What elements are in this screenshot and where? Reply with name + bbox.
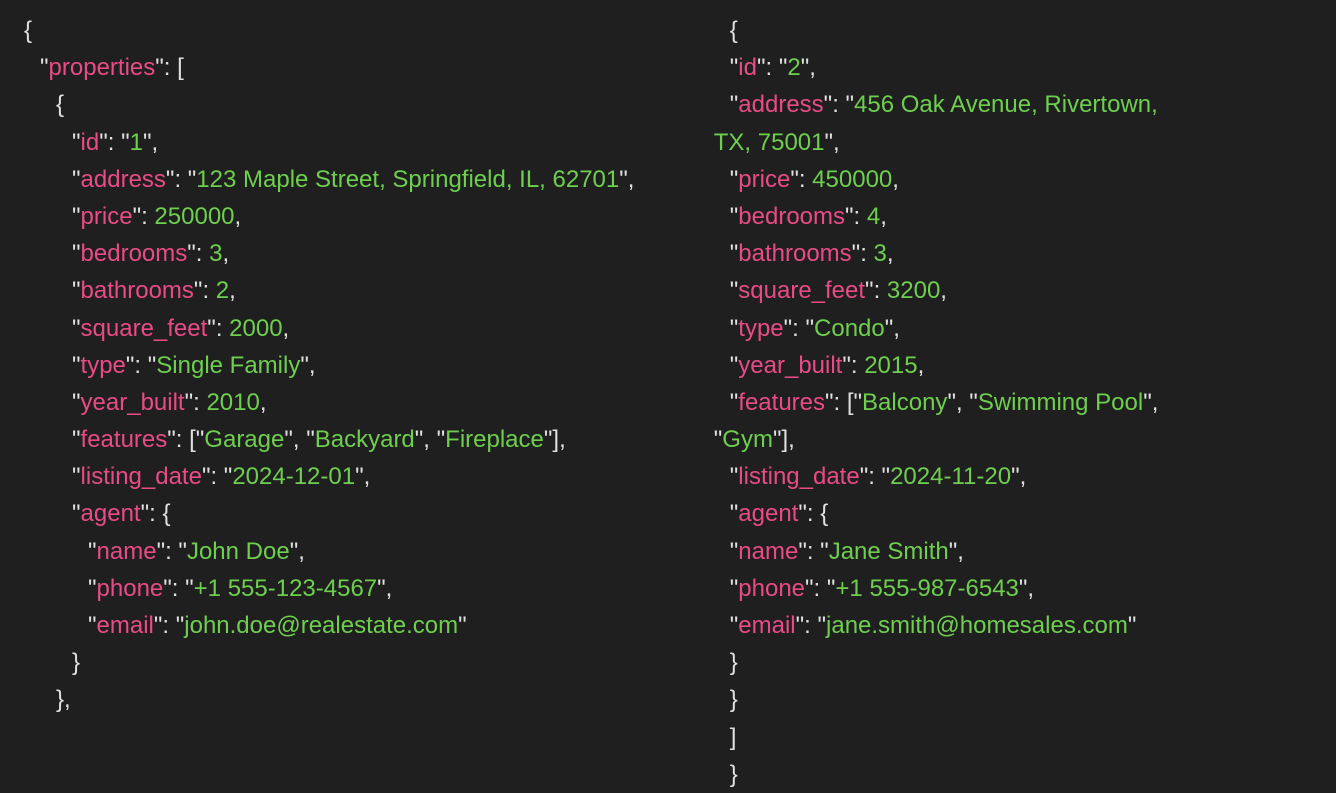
key-square-feet: "square_feet": 3200,: [714, 272, 1312, 309]
key-address: "address": "123 Maple Street, Springfiel…: [24, 161, 654, 198]
key-agent: "agent": {: [714, 495, 1312, 532]
key-year-built: "year_built": 2010,: [24, 384, 654, 421]
column-2: { "id": "2", "address": "456 Oak Avenue,…: [714, 12, 1312, 793]
key-bedrooms: "bedrooms": 4,: [714, 198, 1312, 235]
json-document: { "properties": [ { "id": "1", "address"…: [24, 12, 1312, 793]
brace-close: }: [24, 644, 654, 681]
key-listing-date: "listing_date": "2024-12-01",: [24, 458, 654, 495]
object-open: {: [24, 86, 654, 123]
key-features-line1: "features": ["Balcony", "Swimming Pool",: [714, 384, 1312, 421]
key-agent-phone: "phone": "+1 555-987-6543",: [714, 570, 1312, 607]
brace-close: }: [714, 681, 1312, 718]
key-properties: "properties": [: [24, 49, 654, 86]
key-bathrooms: "bathrooms": 3,: [714, 235, 1312, 272]
key-id: "id": "2",: [714, 49, 1312, 86]
key-id: "id": "1",: [24, 124, 654, 161]
key-type: "type": "Single Family",: [24, 347, 654, 384]
key-agent-name: "name": "Jane Smith",: [714, 533, 1312, 570]
key-agent-email: "email": "john.doe@realestate.com": [24, 607, 654, 644]
key-address-line2: TX, 75001",: [714, 124, 1312, 161]
column-1: { "properties": [ { "id": "1", "address"…: [24, 12, 654, 793]
key-type: "type": "Condo",: [714, 310, 1312, 347]
key-agent-email: "email": "jane.smith@homesales.com": [714, 607, 1312, 644]
key-agent-phone: "phone": "+1 555-123-4567",: [24, 570, 654, 607]
key-agent-name: "name": "John Doe",: [24, 533, 654, 570]
bracket-close: ]: [714, 719, 1312, 756]
key-year-built: "year_built": 2015,: [714, 347, 1312, 384]
key-features-line2: "Gym"],: [714, 421, 1312, 458]
key-square-feet: "square_feet": 2000,: [24, 310, 654, 347]
brace-close: }: [714, 644, 1312, 681]
key-agent: "agent": {: [24, 495, 654, 532]
object-open: {: [714, 12, 1312, 49]
key-price: "price": 250000,: [24, 198, 654, 235]
brace-close: }: [714, 756, 1312, 793]
brace-open: {: [24, 12, 654, 49]
key-listing-date: "listing_date": "2024-11-20",: [714, 458, 1312, 495]
key-bathrooms: "bathrooms": 2,: [24, 272, 654, 309]
key-features: "features": ["Garage", "Backyard", "Fire…: [24, 421, 654, 458]
key-price: "price": 450000,: [714, 161, 1312, 198]
key-bedrooms: "bedrooms": 3,: [24, 235, 654, 272]
object-close: },: [24, 681, 654, 718]
key-address-line1: "address": "456 Oak Avenue, Rivertown,: [714, 86, 1312, 123]
